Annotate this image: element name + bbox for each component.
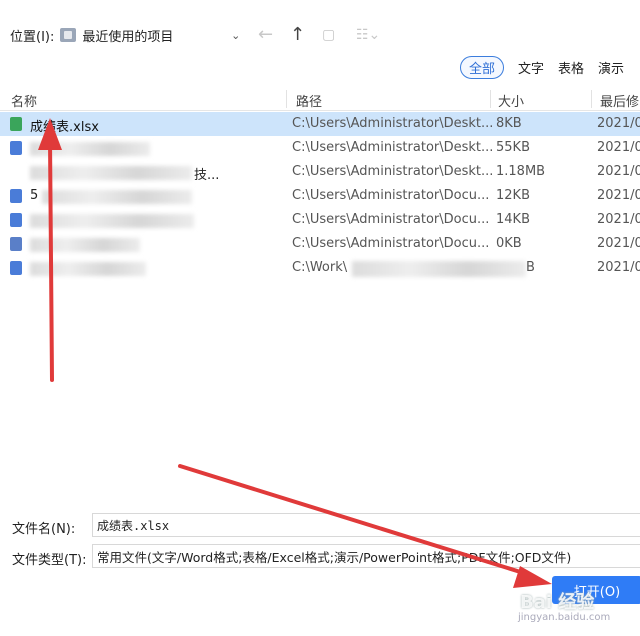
word-file-icon <box>10 189 22 203</box>
location-dropdown[interactable]: 最近使用的项目 ⌄ <box>60 23 240 47</box>
redacted-name <box>30 142 150 156</box>
redacted-name <box>30 238 140 252</box>
file-path: C:\Users\Administrator\Deskt... <box>292 140 494 155</box>
chevron-down-icon: ⌄ <box>231 28 241 42</box>
file-size: 14KB <box>496 212 530 227</box>
file-path: C:\Users\Administrator\Docu... <box>292 188 490 203</box>
excel-file-icon <box>10 237 22 251</box>
file-path: C:\Users\Administrator\Docu... <box>292 212 490 227</box>
file-date: 2021/0 <box>597 236 640 251</box>
watermark-url: jingyan.baidu.com <box>518 612 611 623</box>
redacted-path <box>352 261 526 277</box>
redacted-name <box>30 262 146 276</box>
word-file-icon <box>10 261 22 275</box>
file-path: C:\Users\Administrator\Deskt... <box>292 116 494 131</box>
file-path: C:\Work\ <box>292 260 348 275</box>
file-path: C:\Users\Administrator\Docu... <box>292 236 490 251</box>
filename-value: 成绩表.xlsx <box>97 518 170 533</box>
back-arrow-icon[interactable]: ← <box>258 24 273 45</box>
file-type-filters: 全部 文字 表格 演示 <box>460 56 624 79</box>
file-size: 1.18MB <box>496 164 546 179</box>
filename-input[interactable]: 成绩表.xlsx <box>92 513 640 537</box>
table-row[interactable]: C:\Work\ B 2021/0 <box>0 256 640 280</box>
filter-sheet[interactable]: 表格 <box>558 58 584 77</box>
location-bar: 位置(I): 最近使用的项目 ⌄ <box>10 22 240 48</box>
new-folder-icon[interactable]: ▢ <box>322 27 335 43</box>
filetype-value: 常用文件(文字/Word格式;表格/Excel格式;演示/PowerPoint格… <box>97 549 572 565</box>
file-size: 0KB <box>496 236 522 251</box>
excel-file-icon <box>10 117 22 131</box>
view-options-icon[interactable]: ☷⌄ <box>356 27 380 43</box>
column-name[interactable]: 名称 <box>11 91 37 110</box>
recent-folder-icon <box>60 28 77 42</box>
filter-show[interactable]: 演示 <box>598 58 624 77</box>
redacted-name <box>30 214 194 228</box>
table-row[interactable]: 技... C:\Users\Administrator\Deskt... 1.1… <box>0 160 640 184</box>
file-size: 12KB <box>496 188 530 203</box>
file-date: 2021/0 <box>597 164 640 179</box>
redacted-name <box>30 166 192 180</box>
file-name: 技... <box>194 168 220 183</box>
filetype-select[interactable]: 常用文件(文字/Word格式;表格/Excel格式;演示/PowerPoint格… <box>92 544 640 568</box>
file-date: 2021/0 <box>597 140 640 155</box>
file-size: 55KB <box>496 140 530 155</box>
file-size: 8KB <box>496 116 522 131</box>
table-row[interactable]: C:\Users\Administrator\Deskt... 55KB 202… <box>0 136 640 160</box>
word-file-icon <box>10 213 22 227</box>
up-arrow-icon[interactable]: ↑ <box>290 24 305 45</box>
file-size: B <box>526 260 535 275</box>
filter-text[interactable]: 文字 <box>518 58 544 77</box>
table-row[interactable]: C:\Users\Administrator\Docu... 14KB 2021… <box>0 208 640 232</box>
filetype-label: 文件类型(T): <box>12 553 87 568</box>
location-label: 位置(I): <box>10 29 55 45</box>
file-date: 2021/0 <box>597 188 640 203</box>
table-row[interactable]: C:\Users\Administrator\Docu... 0KB 2021/… <box>0 232 640 256</box>
column-size[interactable]: 大小 <box>498 91 524 110</box>
file-list-header: 名称 路径 大小 最后修 <box>0 88 640 111</box>
filter-all[interactable]: 全部 <box>460 56 505 79</box>
redacted-name <box>42 190 192 204</box>
file-name: 成绩表.xlsx <box>30 120 99 135</box>
location-value: 最近使用的项目 <box>82 29 174 45</box>
word-file-icon <box>10 141 22 155</box>
column-path[interactable]: 路径 <box>296 91 322 110</box>
file-date: 2021/0 <box>597 212 640 227</box>
table-row[interactable]: 成绩表.xlsx C:\Users\Administrator\Deskt...… <box>0 112 640 136</box>
arrow-right-head <box>513 566 552 588</box>
filename-label: 文件名(N): <box>12 522 76 537</box>
watermark-logo: Bai 经验 <box>520 592 595 613</box>
file-date: 2021/0 <box>597 260 640 275</box>
table-row[interactable]: 5 C:\Users\Administrator\Docu... 12KB 20… <box>0 184 640 208</box>
column-modified[interactable]: 最后修 <box>600 91 639 110</box>
file-name: 5 <box>30 188 39 203</box>
file-path: C:\Users\Administrator\Deskt... <box>292 164 494 179</box>
file-date: 2021/0 <box>597 116 640 131</box>
